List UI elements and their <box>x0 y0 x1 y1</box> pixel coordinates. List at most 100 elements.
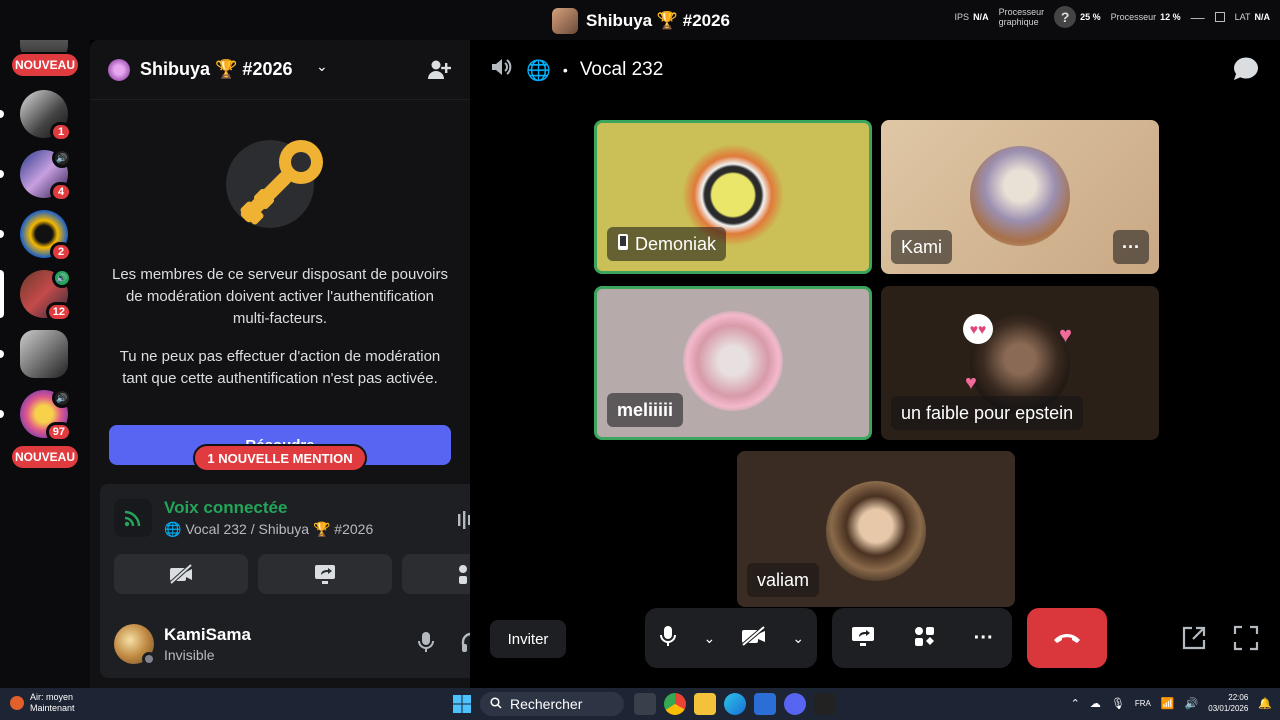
participant-tile[interactable]: ♥♥ ♥ ♥ un faible pour epstein <box>881 286 1159 440</box>
channel-dot: • <box>562 62 568 78</box>
participant-name-tag: un faible pour epstein <box>891 396 1084 430</box>
mention-badge: 97 <box>45 422 72 442</box>
unread-pill <box>0 350 4 358</box>
mfa-paragraph-2: Tu ne peux pas effectuer d'action de mod… <box>119 348 441 387</box>
speaker-icon: 🔊 <box>52 388 72 408</box>
voice-connected-label[interactable]: Voix connectée <box>164 498 373 518</box>
weather-line2: Maintenant <box>30 703 75 713</box>
volume-icon[interactable]: 🔊 <box>1185 697 1199 710</box>
participant-tile[interactable]: Kami ··· <box>881 120 1159 274</box>
chrome-icon[interactable] <box>664 693 686 715</box>
air-quality-icon <box>10 696 24 710</box>
screen-share-button[interactable] <box>258 554 392 594</box>
server-icon-6[interactable]: 🔊 97 <box>20 388 72 442</box>
window-titlebar: Shibuya 🏆 #2026 IPS N/A Processeur graph… <box>0 0 1280 40</box>
participant-avatar <box>683 311 783 411</box>
minimize-icon[interactable]: — <box>1191 9 1205 25</box>
task-view-icon[interactable] <box>634 693 656 715</box>
performance-overlay: IPS N/A Processeur graphique ? 25 % Proc… <box>955 6 1270 28</box>
call-channel-name: Vocal 232 <box>579 59 664 80</box>
leave-call-button[interactable] <box>1027 608 1107 668</box>
server-icon-2[interactable]: 🔊 4 <box>20 148 72 202</box>
participant-tile[interactable]: valiam <box>737 451 1015 607</box>
server-header[interactable]: Shibuya 🏆 #2026 ⌄ <box>90 40 470 100</box>
heart-eyes-icon: ♥♥ <box>963 314 993 344</box>
edge-icon[interactable] <box>724 693 746 715</box>
more-icon[interactable]: ··· <box>974 627 994 650</box>
camera-off-button[interactable] <box>114 554 248 594</box>
server-icon-5[interactable] <box>20 330 68 378</box>
participant-tile[interactable]: Demoniak <box>594 120 872 274</box>
activities-icon[interactable] <box>913 625 937 652</box>
server-icon-3[interactable]: 2 <box>20 210 72 262</box>
chevron-up-icon[interactable]: ⌃ <box>1071 697 1080 710</box>
signal-icon[interactable] <box>114 499 152 537</box>
taskbar-search[interactable]: Rechercher <box>480 692 624 716</box>
search-icon <box>490 696 502 712</box>
cpu-stat: Processeur 12 % <box>1111 12 1181 22</box>
lat-value: N/A <box>1254 12 1271 22</box>
microphone-tray-icon[interactable]: 🎙 <box>1111 697 1125 710</box>
mobile-icon <box>617 233 629 256</box>
new-unread-pill-top[interactable]: NOUVEAU <box>10 52 80 78</box>
speaker-icon <box>490 56 514 84</box>
username[interactable]: KamiSama <box>164 625 251 645</box>
participant-name-tag: valiam <box>747 563 820 597</box>
more-options-button[interactable]: ··· <box>1113 230 1149 264</box>
store-icon[interactable] <box>754 693 776 715</box>
voice-channel-path[interactable]: 🌐 Vocal 232 / Shibuya 🏆 #2026 <box>164 521 373 538</box>
mfa-paragraph-1: Les membres de ce serveur disposant de p… <box>111 266 448 327</box>
gpu-value: 25 % <box>1080 12 1101 22</box>
participant-name-tag: Demoniak <box>607 227 727 261</box>
call-controls: Inviter ⌄ ⌄ ··· <box>470 608 1280 668</box>
wifi-icon[interactable]: 📶 <box>1161 697 1175 710</box>
cpu-value: 12 % <box>1160 12 1181 22</box>
chevron-down-icon[interactable]: ⌄ <box>703 630 715 647</box>
cpu-label: Processeur <box>1110 12 1157 22</box>
ips-label: IPS <box>954 12 970 22</box>
windows-taskbar: Air: moyen Maintenant Rechercher ⌃ ☁ 🎙 F… <box>0 688 1280 720</box>
discord-icon[interactable] <box>784 693 806 715</box>
new-mention-pill[interactable]: 1 NOUVELLE MENTION <box>193 444 367 472</box>
new-unread-pill-bottom[interactable]: NOUVEAU <box>10 444 80 470</box>
chevron-down-icon[interactable]: ⌄ <box>316 58 328 75</box>
clock[interactable]: 22:06 03/01/2026 <box>1208 692 1248 714</box>
server-thumbnail <box>552 8 578 34</box>
fullscreen-icon[interactable] <box>1232 624 1260 657</box>
screen-share-icon[interactable] <box>850 625 876 652</box>
participant-name-tag: meliiiii <box>607 393 684 427</box>
lat-label: LAT <box>1234 12 1251 22</box>
window-title-text: Shibuya 🏆 #2026 <box>586 11 731 30</box>
user-avatar[interactable] <box>114 624 156 666</box>
microphone-icon[interactable] <box>416 631 436 658</box>
voice-channel-path-text: Vocal 232 / Shibuya 🏆 #2026 <box>185 521 374 537</box>
notification-icon[interactable]: 🔔 <box>1258 697 1272 710</box>
media-controls: ⌄ ⌄ <box>645 608 817 668</box>
windows-start-icon[interactable] <box>452 694 472 714</box>
call-header: 🌐 • Vocal 232 <box>490 56 663 84</box>
participant-tile[interactable]: meliiiii <box>594 286 872 440</box>
maximize-icon[interactable] <box>1214 12 1225 22</box>
gpu-label-line1: Processeur <box>998 7 1045 17</box>
language-indicator[interactable]: FRA <box>1135 699 1151 708</box>
question-icon: ? <box>1054 6 1077 28</box>
speaker-icon: 🔊 <box>52 268 72 288</box>
pop-out-icon[interactable] <box>1180 624 1208 657</box>
camera-off-icon[interactable] <box>741 624 767 652</box>
weather-widget[interactable]: Air: moyen Maintenant <box>10 692 75 714</box>
cloud-icon[interactable]: ☁ <box>1090 697 1101 710</box>
chat-bubble-icon[interactable] <box>1232 56 1260 87</box>
channel-panel: Shibuya 🏆 #2026 ⌄ Les membres de ce serv… <box>90 40 550 688</box>
clock-time: 22:06 <box>1228 693 1249 702</box>
add-member-icon[interactable] <box>426 57 452 83</box>
window-title: Shibuya 🏆 #2026 <box>552 8 730 34</box>
chevron-down-icon[interactable]: ⌄ <box>792 630 804 647</box>
gpu-label-line2: graphique <box>998 17 1039 27</box>
file-explorer-icon[interactable] <box>694 693 716 715</box>
invite-button[interactable]: Inviter <box>490 620 566 658</box>
epic-games-icon[interactable] <box>814 693 836 715</box>
server-icon-4[interactable]: 🔊 12 <box>20 268 72 322</box>
ips-stat: IPS N/A <box>955 12 989 22</box>
server-icon-1[interactable]: 1 <box>20 90 72 142</box>
microphone-icon[interactable] <box>658 625 678 652</box>
